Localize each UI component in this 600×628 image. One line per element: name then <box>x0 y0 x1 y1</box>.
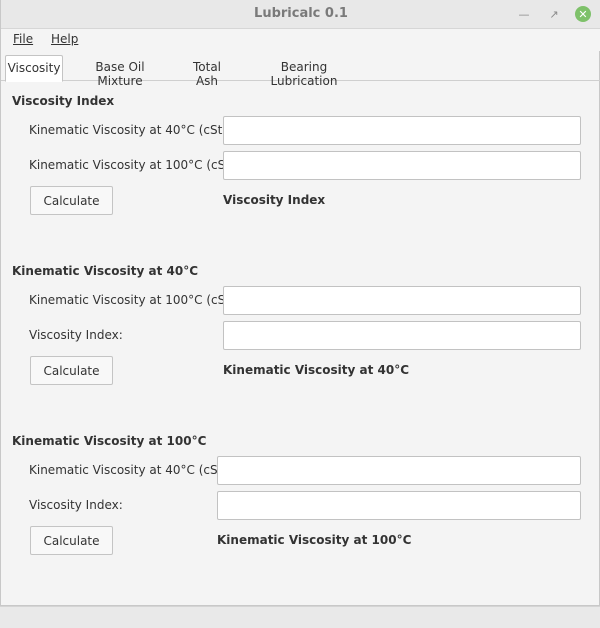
field-label: Viscosity Index: <box>29 328 123 342</box>
kv40-input[interactable] <box>223 116 581 145</box>
viscosity-index-input[interactable] <box>223 321 581 350</box>
section-title-viscosity-index: Viscosity Index <box>12 94 115 108</box>
field-label: Kinematic Viscosity at 40°C (cSt): <box>29 463 232 477</box>
menu-help[interactable]: Help <box>51 32 78 46</box>
minimize-icon[interactable]: — <box>516 6 532 22</box>
kv40-input[interactable] <box>217 456 581 485</box>
viscosity-index-input[interactable] <box>217 491 581 520</box>
result-kv40: Kinematic Viscosity at 40°C <box>223 363 410 377</box>
tab-base-oil-mixture[interactable]: Base Oil Mixture <box>73 55 167 88</box>
title-bar: Lubricalc 0.1 — ↗ ✕ <box>1 0 600 29</box>
app-window: Lubricalc 0.1 — ↗ ✕ File Help Viscosity … <box>0 0 600 606</box>
window-title: Lubricalc 0.1 <box>254 6 348 21</box>
menu-bar: File Help <box>1 29 600 51</box>
tab-bearing-lubrication[interactable]: Bearing Lubrication <box>248 55 360 88</box>
calculate-button[interactable]: Calculate <box>30 526 113 555</box>
result-viscosity-index: Viscosity Index <box>223 193 326 207</box>
menu-help-label: Help <box>51 32 79 46</box>
kv100-input[interactable] <box>223 286 581 315</box>
tab-bar: Viscosity Base Oil Mixture Total Ash Bea… <box>1 52 600 88</box>
section-title-kv100: Kinematic Viscosity at 100°C <box>12 434 207 448</box>
field-label: Kinematic Viscosity at 40°C (cSt): <box>29 123 232 137</box>
field-label: Kinematic Viscosity at 100°C (cSt): <box>29 293 239 307</box>
result-kv100: Kinematic Viscosity at 100°C <box>217 533 412 547</box>
calculate-button[interactable]: Calculate <box>30 356 113 385</box>
kv100-input[interactable] <box>223 151 581 180</box>
menu-file[interactable]: File <box>13 32 33 46</box>
field-label: Kinematic Viscosity at 100°C (cSt): <box>29 158 239 172</box>
field-label: Viscosity Index: <box>29 498 123 512</box>
status-bar <box>0 606 600 628</box>
calculate-button[interactable]: Calculate <box>30 186 113 215</box>
maximize-icon[interactable]: ↗ <box>546 6 562 22</box>
tab-total-ash[interactable]: Total Ash <box>181 55 233 88</box>
close-icon[interactable]: ✕ <box>575 6 591 22</box>
tab-viscosity[interactable]: Viscosity <box>5 55 63 82</box>
menu-file-label: File <box>13 32 34 46</box>
section-title-kv40: Kinematic Viscosity at 40°C <box>12 264 199 278</box>
